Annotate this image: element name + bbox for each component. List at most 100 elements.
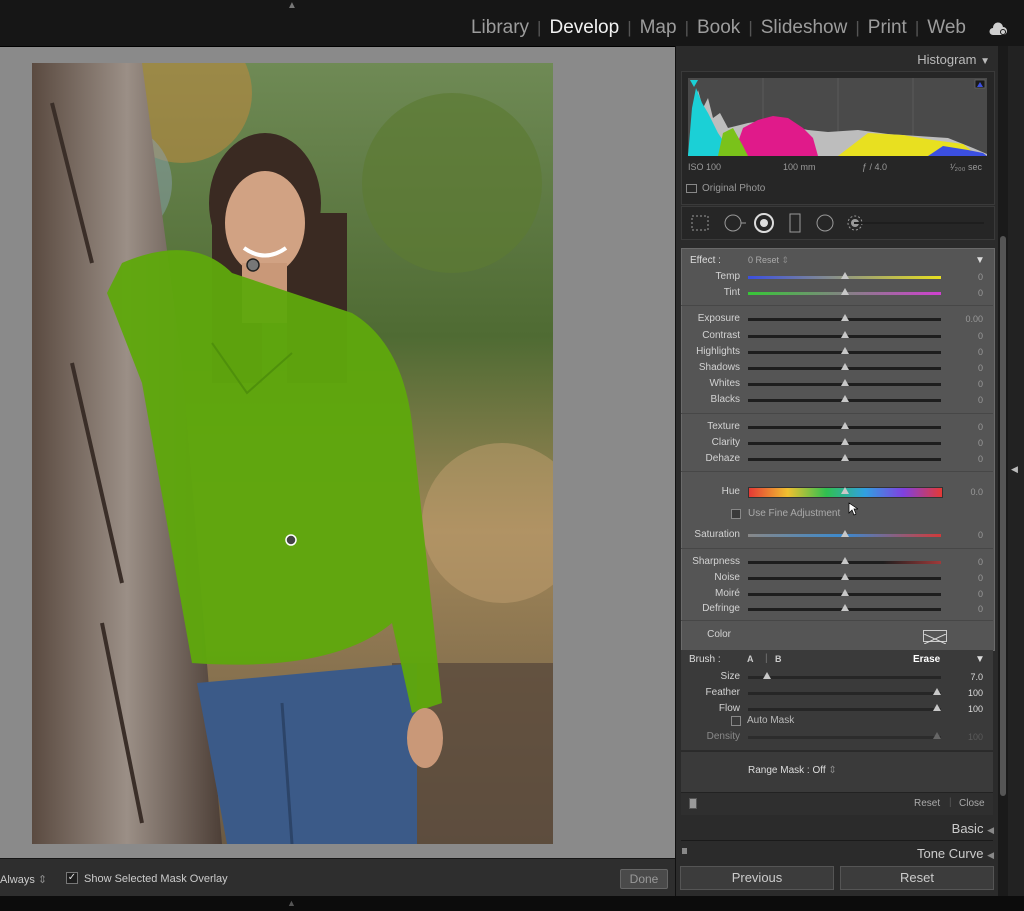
slider-value-highlights[interactable]: 0 bbox=[943, 347, 983, 357]
effect-disclosure-icon[interactable]: ▼ bbox=[975, 255, 985, 266]
slider-value-whites[interactable]: 0 bbox=[943, 379, 983, 389]
slider-label-texture: Texture bbox=[707, 421, 740, 432]
brush-value-size[interactable]: 7.0 bbox=[943, 672, 983, 682]
slider-thumb-temp[interactable] bbox=[840, 272, 849, 279]
auto-mask-checkbox[interactable] bbox=[731, 716, 741, 726]
slider-thumb-highlights[interactable] bbox=[840, 347, 849, 354]
done-button[interactable]: Done bbox=[620, 869, 668, 889]
brush-disclosure-icon[interactable]: ▼ bbox=[975, 654, 985, 665]
slider-thumb-saturation[interactable] bbox=[840, 530, 849, 537]
top-panel-toggle-icon[interactable]: ▲ bbox=[287, 0, 297, 11]
module-book[interactable]: Book bbox=[689, 17, 748, 39]
density-track[interactable] bbox=[748, 736, 941, 739]
slider-value-noise[interactable]: 0 bbox=[943, 573, 983, 583]
slider-thumb-sharpness[interactable] bbox=[840, 557, 849, 564]
brush-track-feather[interactable] bbox=[748, 692, 941, 695]
original-photo-label: Original Photo bbox=[702, 183, 766, 194]
mask-close-button[interactable]: Close bbox=[959, 798, 985, 809]
slider-thumb-hue[interactable] bbox=[840, 487, 849, 494]
original-photo-checkbox[interactable] bbox=[686, 183, 697, 193]
slider-thumb-blacks[interactable] bbox=[840, 395, 849, 402]
crop-overlay-icon[interactable] bbox=[691, 215, 709, 231]
range-mask-panel bbox=[681, 751, 993, 792]
right-panel-toggle-icon[interactable]: ◀ bbox=[1011, 464, 1018, 475]
updown-icon: ⇕ bbox=[828, 765, 837, 776]
radial-filter-icon[interactable] bbox=[816, 214, 834, 232]
slider-thumb-defringe[interactable] bbox=[840, 604, 849, 611]
slider-value-dehaze[interactable]: 0 bbox=[943, 454, 983, 464]
mask-reset-button[interactable]: Reset bbox=[914, 798, 940, 809]
scrollbar-thumb[interactable] bbox=[1000, 236, 1006, 796]
slider-thumb-dehaze[interactable] bbox=[840, 454, 849, 461]
original-photo-toggle[interactable]: Original Photo bbox=[686, 183, 765, 194]
cloud-sync-icon[interactable] bbox=[988, 22, 1008, 36]
slider-thumb-tint[interactable] bbox=[840, 288, 849, 295]
slider-thumb-contrast[interactable] bbox=[840, 331, 849, 338]
show-mask-overlay-checkbox[interactable]: ✓ bbox=[66, 872, 78, 884]
fine-adjustment-checkbox[interactable] bbox=[731, 509, 741, 519]
slider-thumb-clarity[interactable] bbox=[840, 438, 849, 445]
module-picker: Library | Develop | Map | Book | Slideshow | … bbox=[463, 17, 974, 39]
density-value: 100 bbox=[967, 732, 983, 742]
module-print[interactable]: Print bbox=[860, 17, 915, 39]
slider-label-saturation: Saturation bbox=[694, 529, 740, 540]
module-map[interactable]: Map bbox=[632, 17, 685, 39]
slider-label-dehaze: Dehaze bbox=[705, 453, 740, 464]
brush-thumb-flow[interactable] bbox=[933, 704, 942, 711]
slider-thumb-shadows[interactable] bbox=[840, 363, 849, 370]
slider-value-temp[interactable]: 0 bbox=[943, 272, 983, 282]
brush-tab-a[interactable]: A bbox=[747, 654, 754, 664]
slider-thumb-whites[interactable] bbox=[840, 379, 849, 386]
brush-value-flow[interactable]: 100 bbox=[943, 704, 983, 714]
slider-label-hue: Hue bbox=[721, 486, 740, 497]
graduated-filter-icon[interactable] bbox=[789, 213, 801, 233]
slider-value-contrast[interactable]: 0 bbox=[943, 331, 983, 341]
basic-section-header[interactable]: Basic ◀ bbox=[952, 821, 994, 836]
module-bar: ▲ Library | Develop | Map | Book | Slideshow… bbox=[0, 0, 1024, 46]
reset-button[interactable]: Reset bbox=[840, 866, 994, 890]
brush-track-flow[interactable] bbox=[748, 708, 941, 711]
slider-value-sharpness[interactable]: 0 bbox=[943, 557, 983, 567]
brush-erase[interactable]: Erase bbox=[913, 654, 940, 665]
slider-value-hue[interactable]: 0.0 bbox=[943, 487, 983, 497]
slider-value-clarity[interactable]: 0 bbox=[943, 438, 983, 448]
effect-preset-select[interactable]: 0 Reset ⇕ bbox=[748, 255, 789, 266]
slider-thumb-noise[interactable] bbox=[840, 573, 849, 580]
module-slideshow[interactable]: Slideshow bbox=[753, 17, 856, 39]
brush-thumb-feather[interactable] bbox=[933, 688, 942, 695]
slider-value-blacks[interactable]: 0 bbox=[943, 395, 983, 405]
red-eye-icon[interactable] bbox=[754, 213, 774, 233]
panel-scrollbar[interactable] bbox=[998, 46, 1008, 896]
slider-thumb-texture[interactable] bbox=[840, 422, 849, 429]
tone-curve-section-header[interactable]: Tone Curve ◀ bbox=[917, 846, 994, 861]
density-thumb[interactable] bbox=[933, 732, 942, 739]
slider-thumb-moir[interactable] bbox=[840, 589, 849, 596]
color-swatch[interactable] bbox=[923, 630, 947, 645]
histogram-header[interactable]: Histogram ▼ bbox=[917, 52, 990, 67]
slider-value-tint[interactable]: 0 bbox=[943, 288, 983, 298]
module-develop[interactable]: Develop bbox=[541, 17, 627, 39]
brush-value-feather[interactable]: 100 bbox=[943, 688, 983, 698]
slider-value-saturation[interactable]: 0 bbox=[943, 530, 983, 540]
panel-switch-icon[interactable] bbox=[682, 848, 687, 854]
brush-tab-b[interactable]: B bbox=[775, 654, 782, 664]
photo-canvas[interactable] bbox=[32, 63, 553, 844]
previous-button[interactable]: Previous bbox=[680, 866, 834, 890]
slider-value-texture[interactable]: 0 bbox=[943, 422, 983, 432]
brush-track-size[interactable] bbox=[748, 676, 941, 679]
slider-value-exposure[interactable]: 0.00 bbox=[943, 314, 983, 324]
slider-thumb-exposure[interactable] bbox=[840, 314, 849, 321]
brush-thumb-size[interactable] bbox=[763, 672, 772, 679]
module-library[interactable]: Library bbox=[463, 17, 537, 39]
panel-switch-icon[interactable] bbox=[689, 798, 697, 809]
tone-curve-section-title: Tone Curve bbox=[916, 846, 984, 861]
spot-removal-icon[interactable] bbox=[724, 214, 746, 232]
overlay-mode-select[interactable]: Always ⇕ bbox=[0, 873, 47, 886]
bottom-panel-toggle-icon[interactable]: ▲ bbox=[287, 898, 296, 908]
slider-value-moir[interactable]: 0 bbox=[943, 589, 983, 599]
module-web[interactable]: Web bbox=[919, 17, 974, 39]
slider-value-shadows[interactable]: 0 bbox=[943, 363, 983, 373]
brush-size-slider[interactable] bbox=[854, 222, 984, 224]
slider-value-defringe[interactable]: 0 bbox=[943, 604, 983, 614]
range-mask-select[interactable]: Range Mask : Off ⇕ bbox=[748, 765, 837, 776]
